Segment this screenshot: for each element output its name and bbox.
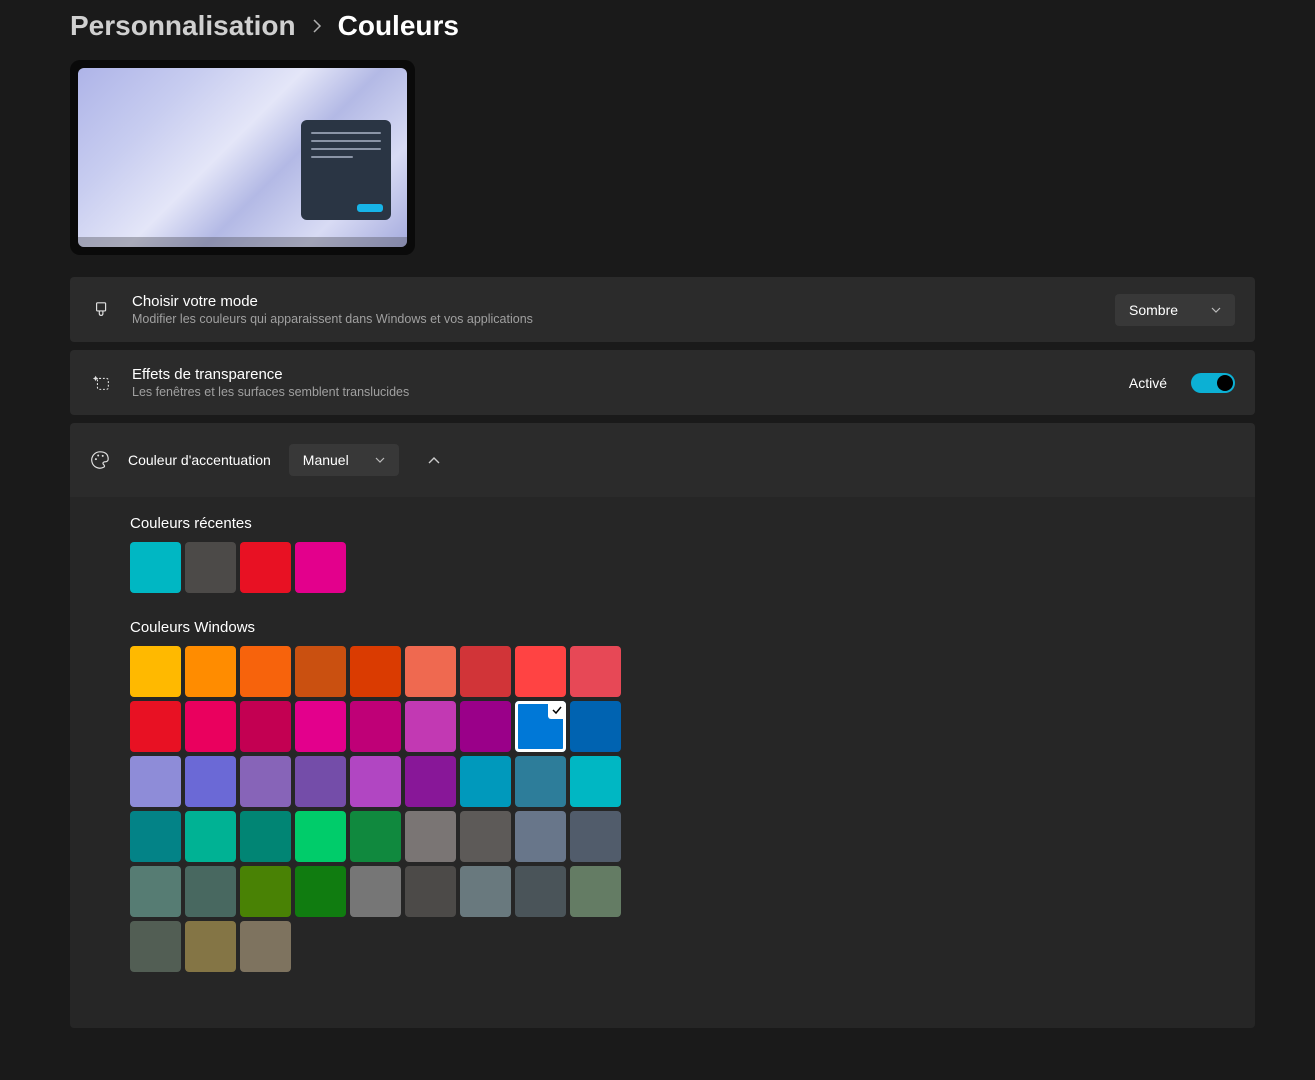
transparency-row: Effets de transparence Les fenêtres et l… xyxy=(70,350,1255,415)
windows-colors-grid xyxy=(130,646,630,972)
color-swatch[interactable] xyxy=(350,756,401,807)
color-swatch[interactable] xyxy=(405,646,456,697)
color-swatch[interactable] xyxy=(570,811,621,862)
color-swatch[interactable] xyxy=(350,701,401,752)
choose-mode-subtitle: Modifier les couleurs qui apparaissent d… xyxy=(132,312,1097,326)
color-swatch[interactable] xyxy=(405,701,456,752)
color-swatch[interactable] xyxy=(515,811,566,862)
color-swatch[interactable] xyxy=(405,866,456,917)
color-swatch[interactable] xyxy=(185,701,236,752)
choose-mode-title: Choisir votre mode xyxy=(132,293,1097,310)
choose-mode-dropdown[interactable]: Sombre xyxy=(1115,294,1235,326)
color-swatch[interactable] xyxy=(240,921,291,972)
color-swatch[interactable] xyxy=(185,542,236,593)
color-swatch[interactable] xyxy=(240,542,291,593)
choose-mode-row: Choisir votre mode Modifier les couleurs… xyxy=(70,277,1255,342)
color-swatch[interactable] xyxy=(130,646,181,697)
color-swatch[interactable] xyxy=(185,756,236,807)
color-swatch[interactable] xyxy=(130,756,181,807)
color-swatch[interactable] xyxy=(185,866,236,917)
color-swatch[interactable] xyxy=(515,701,566,752)
color-swatch[interactable] xyxy=(405,756,456,807)
color-swatch[interactable] xyxy=(130,921,181,972)
color-swatch[interactable] xyxy=(515,646,566,697)
color-swatch[interactable] xyxy=(405,811,456,862)
color-swatch[interactable] xyxy=(570,646,621,697)
windows-colors-label: Couleurs Windows xyxy=(130,619,1195,636)
color-swatch[interactable] xyxy=(295,542,346,593)
color-swatch[interactable] xyxy=(295,701,346,752)
chevron-up-icon xyxy=(428,456,440,464)
accent-color-row: Couleur d'accentuation Manuel xyxy=(70,423,1255,497)
breadcrumb-parent[interactable]: Personnalisation xyxy=(70,10,296,42)
color-swatch[interactable] xyxy=(130,866,181,917)
color-swatch[interactable] xyxy=(460,866,511,917)
accent-color-dropdown[interactable]: Manuel xyxy=(289,444,399,476)
transparency-state-label: Activé xyxy=(1129,375,1167,391)
color-swatch[interactable] xyxy=(295,811,346,862)
choose-mode-value: Sombre xyxy=(1129,302,1178,318)
color-swatch[interactable] xyxy=(515,756,566,807)
color-swatch[interactable] xyxy=(130,701,181,752)
color-swatch[interactable] xyxy=(460,646,511,697)
color-swatch[interactable] xyxy=(185,811,236,862)
color-swatch[interactable] xyxy=(295,646,346,697)
color-swatch[interactable] xyxy=(240,756,291,807)
theme-preview xyxy=(70,60,415,255)
color-swatch[interactable] xyxy=(350,866,401,917)
breadcrumb-current: Couleurs xyxy=(338,10,459,42)
color-swatch[interactable] xyxy=(240,701,291,752)
color-swatch[interactable] xyxy=(295,756,346,807)
recent-colors-grid xyxy=(130,542,630,593)
color-swatch[interactable] xyxy=(570,866,621,917)
color-swatch[interactable] xyxy=(240,646,291,697)
check-icon xyxy=(548,701,566,719)
chevron-down-icon xyxy=(1211,307,1221,313)
color-swatch[interactable] xyxy=(350,811,401,862)
sparkle-icon xyxy=(90,373,114,393)
palette-icon xyxy=(90,450,110,470)
color-swatch[interactable] xyxy=(185,646,236,697)
color-swatch[interactable] xyxy=(570,701,621,752)
color-swatch[interactable] xyxy=(240,866,291,917)
color-swatch[interactable] xyxy=(350,646,401,697)
accent-color-body: Couleurs récentes Couleurs Windows xyxy=(70,497,1255,1028)
chevron-down-icon xyxy=(375,457,385,463)
transparency-title: Effets de transparence xyxy=(132,366,1111,383)
color-swatch[interactable] xyxy=(515,866,566,917)
chevron-right-icon xyxy=(312,19,322,33)
transparency-toggle[interactable] xyxy=(1191,373,1235,393)
accent-color-value: Manuel xyxy=(303,452,349,468)
transparency-subtitle: Les fenêtres et les surfaces semblent tr… xyxy=(132,385,1111,399)
color-swatch[interactable] xyxy=(240,811,291,862)
color-swatch[interactable] xyxy=(295,866,346,917)
accent-color-title: Couleur d'accentuation xyxy=(128,452,271,468)
color-swatch[interactable] xyxy=(130,811,181,862)
color-swatch[interactable] xyxy=(130,542,181,593)
color-swatch[interactable] xyxy=(185,921,236,972)
color-swatch[interactable] xyxy=(570,756,621,807)
color-swatch[interactable] xyxy=(460,701,511,752)
collapse-button[interactable] xyxy=(417,443,451,477)
brush-icon xyxy=(90,301,114,319)
color-swatch[interactable] xyxy=(460,811,511,862)
breadcrumb: Personnalisation Couleurs xyxy=(70,10,1255,42)
color-swatch[interactable] xyxy=(460,756,511,807)
recent-colors-label: Couleurs récentes xyxy=(130,515,1195,532)
